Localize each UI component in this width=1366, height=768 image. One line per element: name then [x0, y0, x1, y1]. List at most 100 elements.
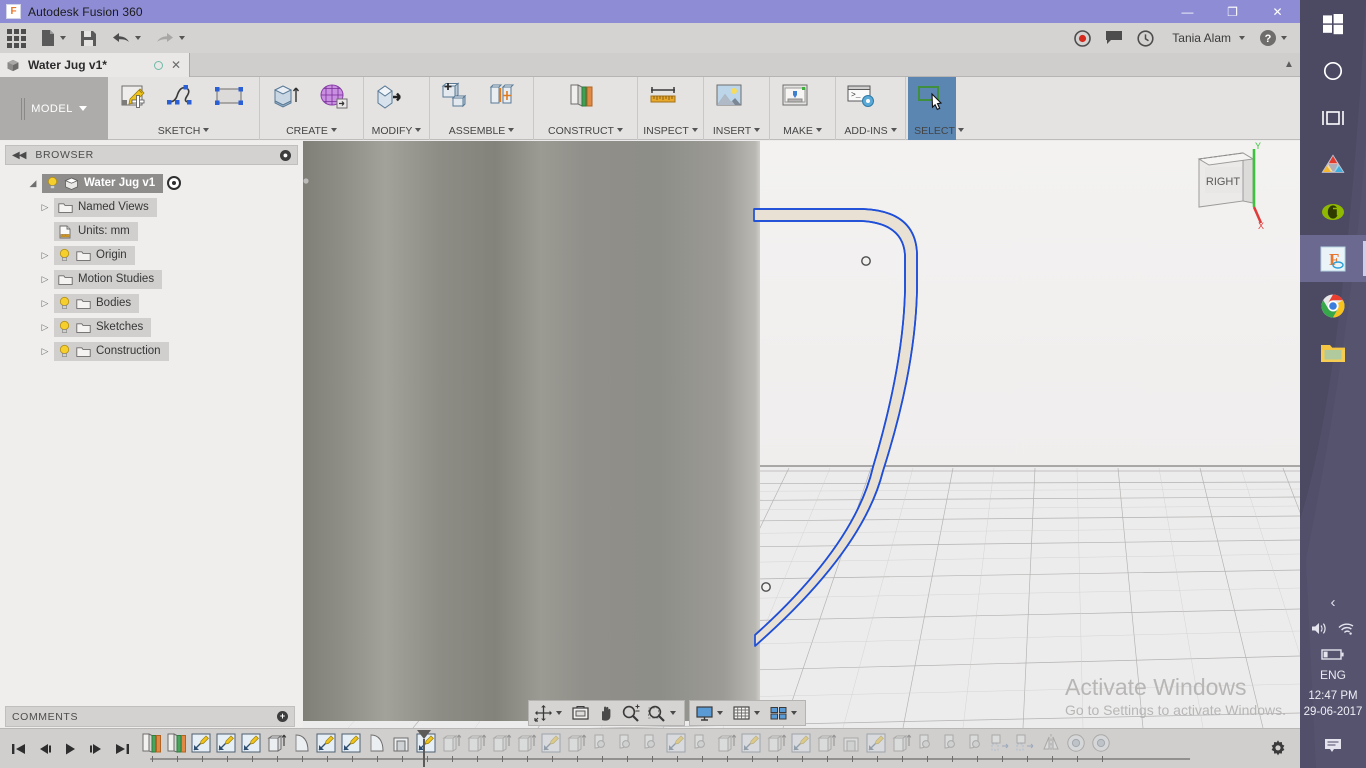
add-comment-icon[interactable]: + [277, 711, 288, 722]
timeline-feature[interactable] [315, 732, 340, 756]
timeline-feature[interactable] [215, 732, 240, 756]
undo-button[interactable] [104, 23, 148, 53]
task-view-button[interactable] [1300, 94, 1366, 141]
display-toggle-icon[interactable] [167, 176, 182, 190]
timeline-feature[interactable] [290, 732, 315, 756]
chevron-down-icon[interactable] [670, 711, 676, 715]
display-settings-button[interactable] [692, 701, 729, 725]
timeline-feature[interactable] [540, 732, 565, 756]
zoom-button[interactable] [618, 701, 644, 725]
viewports-button[interactable] [766, 701, 803, 725]
light-bulb-icon[interactable] [58, 344, 71, 358]
chevron-down-icon[interactable] [717, 711, 723, 715]
document-tab-water-jug[interactable]: Water Jug v1* ✕ [0, 53, 190, 77]
timeline-feature[interactable] [265, 732, 290, 756]
expand-arrow-icon[interactable]: ◢ [24, 178, 42, 189]
browser-item-bodies[interactable]: ▷ Bodies [0, 291, 303, 315]
new-file-button[interactable] [33, 23, 73, 53]
timeline-feature[interactable] [465, 732, 490, 756]
comment-button[interactable] [1098, 23, 1130, 53]
sketch-point[interactable] [861, 256, 871, 266]
tray-clock[interactable]: 12:47 PM 29-06-2017 [1300, 684, 1366, 724]
timeline-marker[interactable] [416, 729, 432, 768]
timeline-feature[interactable] [140, 732, 165, 756]
timeline-feature[interactable] [640, 732, 665, 756]
ribbon-group-label-create[interactable]: CREATE [260, 125, 363, 137]
chevron-down-icon[interactable] [754, 711, 760, 715]
timeline-feature[interactable] [840, 732, 865, 756]
ribbon-group-label-sketch[interactable]: SKETCH [108, 125, 259, 137]
browser-root-water-jug[interactable]: ◢ Water Jug v1 [0, 171, 303, 195]
look-at-button[interactable] [568, 701, 593, 725]
tray-language[interactable]: ENG [1300, 667, 1366, 684]
expand-arrow-icon[interactable]: ▷ [36, 298, 54, 309]
timeline-feature[interactable] [1090, 732, 1115, 756]
timeline-feature[interactable] [515, 732, 540, 756]
restore-button[interactable]: ❐ [1210, 0, 1255, 23]
timeline-feature[interactable] [1065, 732, 1090, 756]
workspace-switcher-button[interactable]: MODEL [0, 77, 108, 140]
tray-expand-icon[interactable]: ‹ [1331, 594, 1336, 611]
browser-item-motion-studies[interactable]: ▷ Motion Studies [0, 267, 303, 291]
expand-arrow-icon[interactable]: ▷ [36, 346, 54, 357]
timeline-feature[interactable] [965, 732, 990, 756]
timeline-feature[interactable] [390, 732, 415, 756]
browser-item-origin[interactable]: ▷ Origin [0, 243, 303, 267]
timeline-settings-button[interactable] [1256, 739, 1300, 759]
timeline-feature[interactable] [565, 732, 590, 756]
timeline-feature[interactable] [865, 732, 890, 756]
cortana-button[interactable] [1300, 47, 1366, 94]
timeline-go-to-beginning[interactable] [6, 736, 30, 762]
timeline-step-back[interactable] [32, 736, 56, 762]
timeline-feature[interactable] [690, 732, 715, 756]
tray-battery-row[interactable] [1300, 641, 1366, 667]
comments-panel-header[interactable]: COMMENTS + [5, 706, 295, 727]
timeline-feature[interactable] [1015, 732, 1040, 756]
timeline-feature[interactable] [715, 732, 740, 756]
volume-icon[interactable] [1311, 621, 1329, 636]
browser-options-icon[interactable]: ● [280, 149, 291, 161]
pan-button[interactable] [593, 701, 618, 725]
browser-item-units[interactable]: Units: mm [0, 219, 303, 243]
timeline-step-forward[interactable] [84, 736, 108, 762]
3d-viewport[interactable]: RIGHT Y X Activate Windows Go to Setting… [303, 141, 1300, 728]
wifi-icon[interactable] [1337, 621, 1355, 636]
orbit-button[interactable] [531, 701, 568, 725]
timeline-feature[interactable] [790, 732, 815, 756]
redo-button[interactable] [148, 23, 192, 53]
help-button[interactable]: ? [1252, 23, 1294, 53]
ribbon-group-label-modify[interactable]: MODIFY [364, 125, 429, 137]
expand-arrow-icon[interactable]: ▷ [36, 202, 54, 213]
timeline-feature[interactable] [1040, 732, 1065, 756]
save-button[interactable] [73, 23, 104, 53]
ribbon-group-label-addins[interactable]: ADD-INS [836, 125, 905, 137]
expand-arrow-icon[interactable]: ▷ [36, 274, 54, 285]
timeline-feature[interactable] [240, 732, 265, 756]
timeline-feature[interactable] [990, 732, 1015, 756]
timeline-feature[interactable] [765, 732, 790, 756]
fusion360-taskbar-button[interactable]: F [1300, 235, 1366, 282]
ribbon-group-label-construct[interactable]: CONSTRUCT [534, 125, 637, 137]
handle-sketch-profile[interactable] [303, 141, 1300, 728]
tray-expand-row[interactable]: ‹ [1300, 589, 1366, 615]
timeline-feature[interactable] [365, 732, 390, 756]
ribbon-group-label-insert[interactable]: INSERT [704, 125, 769, 137]
close-button[interactable]: ✕ [1255, 0, 1300, 23]
browser-item-named-views[interactable]: ▷ Named Views [0, 195, 303, 219]
user-account-button[interactable]: Tania Alam [1161, 23, 1252, 53]
action-center-row[interactable] [1300, 724, 1366, 768]
light-bulb-icon[interactable] [58, 296, 71, 310]
close-tab-icon[interactable]: ✕ [171, 58, 181, 72]
ribbon-group-label-inspect[interactable]: INSPECT [638, 125, 703, 137]
timeline-feature[interactable] [165, 732, 190, 756]
chrome-taskbar-button[interactable] [1300, 282, 1366, 329]
ribbon-group-label-assemble[interactable]: ASSEMBLE [430, 125, 533, 137]
tabrow-collapse-icon[interactable]: ▲ [1278, 53, 1300, 76]
browser-item-sketches[interactable]: ▷ Sketches [0, 315, 303, 339]
timeline-feature[interactable] [440, 732, 465, 756]
collapse-panel-icon[interactable]: ◀◀ [12, 150, 26, 161]
timeline-play[interactable] [58, 736, 82, 762]
fit-button[interactable] [644, 701, 682, 725]
timeline-feature[interactable] [490, 732, 515, 756]
timeline-go-to-end[interactable] [110, 736, 134, 762]
